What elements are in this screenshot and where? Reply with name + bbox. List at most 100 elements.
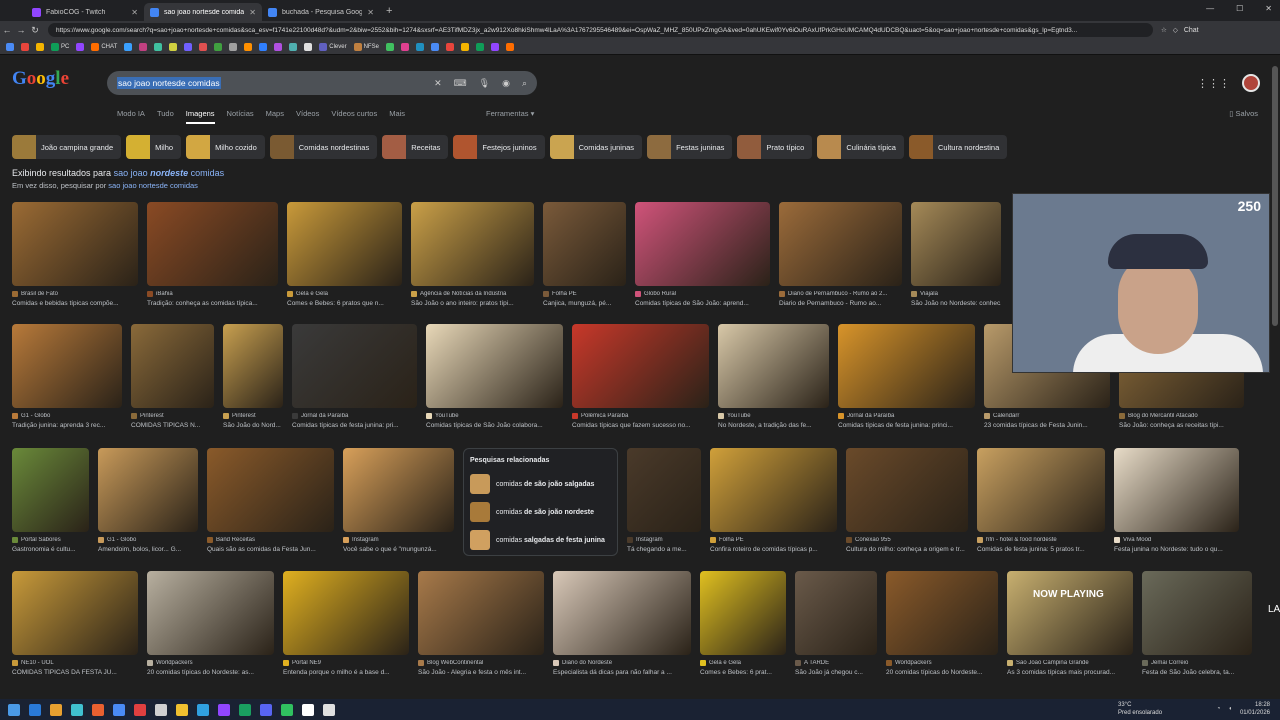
result-source[interactable]: Portal NE9 bbox=[283, 660, 409, 666]
bookmark-item[interactable] bbox=[400, 42, 409, 51]
microphone-icon[interactable]: 🎙 bbox=[479, 78, 490, 89]
taskbar-app-icon[interactable] bbox=[197, 703, 209, 716]
result-caption[interactable]: Tá chegando a me... bbox=[627, 546, 701, 553]
bookmark-item[interactable] bbox=[124, 42, 133, 51]
image-result[interactable]: São João Campina Grande As 3 comidas típ… bbox=[1007, 571, 1133, 676]
result-caption[interactable]: São João: conheça as receitas típi... bbox=[1119, 422, 1244, 429]
image-result[interactable]: Worldpackers 20 comidas típicas do Norde… bbox=[886, 571, 998, 676]
taskbar-app-icon[interactable] bbox=[29, 703, 41, 716]
result-source[interactable]: Pinterest bbox=[223, 413, 283, 419]
image-result[interactable]: Globo Rural Comidas típicas de São João:… bbox=[635, 202, 770, 307]
refinement-chip[interactable]: João campina grande bbox=[12, 135, 122, 159]
bookmark-item[interactable] bbox=[415, 42, 424, 51]
image-result[interactable]: Pinterest COMIDAS TÍPICAS N... bbox=[131, 324, 214, 429]
result-caption[interactable]: Tradição junina: aprenda 3 rec... bbox=[12, 422, 122, 429]
result-source[interactable]: Worldpackers bbox=[147, 660, 274, 666]
tab-mais[interactable]: Mais bbox=[389, 109, 405, 124]
start-icon[interactable] bbox=[8, 703, 20, 716]
result-thumbnail[interactable] bbox=[147, 571, 274, 655]
result-caption[interactable]: Comidas típicas de São João: aprend... bbox=[635, 300, 770, 307]
bookmark-item[interactable] bbox=[6, 42, 14, 51]
image-result[interactable]: NE10 - UOL COMIDAS TÍPICAS DA FESTA JU..… bbox=[12, 571, 138, 676]
result-source[interactable]: Blog WebContinental bbox=[418, 660, 544, 666]
result-caption[interactable]: Confira roteiro de comidas típicas p... bbox=[710, 546, 837, 553]
result-thumbnail[interactable] bbox=[343, 448, 454, 532]
bookmark-item[interactable] bbox=[244, 42, 253, 51]
result-source[interactable]: Instagram bbox=[627, 537, 701, 543]
image-result[interactable]: Agência de Notícias da Indústria São Joã… bbox=[411, 202, 534, 307]
bookmark-item[interactable]: PC bbox=[51, 42, 69, 51]
related-search-item[interactable]: comidas salgadas de festa junina bbox=[470, 526, 611, 554]
lens-icon[interactable]: ◉ bbox=[502, 78, 510, 89]
result-thumbnail[interactable] bbox=[572, 324, 709, 408]
original-query-link[interactable]: sao joao nortesde comidas bbox=[108, 181, 198, 190]
result-thumbnail[interactable] bbox=[627, 448, 701, 532]
result-source[interactable]: Diario de Pernambuco - Rumo ao 2... bbox=[779, 291, 902, 297]
refinement-chip[interactable]: Comidas juninas bbox=[549, 135, 643, 159]
image-result[interactable]: iBahia Tradição: conheça as comidas típi… bbox=[147, 202, 278, 307]
result-source[interactable]: Viva Mood bbox=[1114, 537, 1239, 543]
bookmark-item[interactable] bbox=[385, 42, 394, 51]
close-icon[interactable]: ✕ bbox=[1265, 4, 1272, 13]
keyboard-icon[interactable]: ⌨ bbox=[454, 78, 467, 89]
bookmark-item[interactable] bbox=[490, 42, 499, 51]
result-source[interactable]: iBahia bbox=[147, 291, 278, 297]
image-result[interactable]: Band Receitas Quais são as comidas da Fe… bbox=[207, 448, 334, 556]
tab-vídeos-curtos[interactable]: Vídeos curtos bbox=[331, 109, 377, 124]
result-thumbnail[interactable] bbox=[12, 448, 89, 532]
refinement-chip[interactable]: Culinária típica bbox=[817, 135, 904, 159]
result-thumbnail[interactable] bbox=[12, 324, 122, 408]
result-source[interactable]: Brasil de Fato bbox=[12, 291, 138, 297]
result-caption[interactable]: Diario de Pernambuco - Rumo ao... bbox=[779, 300, 902, 307]
result-source[interactable]: Folha PE bbox=[710, 537, 837, 543]
image-result[interactable]: Pinterest São João do Nord... bbox=[223, 324, 283, 429]
taskbar-app-icon[interactable] bbox=[260, 703, 272, 716]
image-result[interactable]: Polêmica Paraíba Comidas típicas que faz… bbox=[572, 324, 709, 429]
result-source[interactable]: Blog do Mercantil Atacado bbox=[1119, 413, 1244, 419]
bookmark-item[interactable] bbox=[505, 42, 514, 51]
bookmark-item[interactable] bbox=[259, 42, 268, 51]
related-search-item[interactable]: comidas de são joão salgadas bbox=[470, 470, 611, 498]
image-result[interactable]: G1 - Globo Tradição junina: aprenda 3 re… bbox=[12, 324, 122, 429]
result-caption[interactable]: Entenda porque o milho é a base d... bbox=[283, 669, 409, 676]
result-source[interactable]: NE10 - UOL bbox=[12, 660, 138, 666]
result-caption[interactable]: Comidas típicas de festa junina: princi.… bbox=[838, 422, 975, 429]
image-result[interactable]: Portal NE9 Entenda porque o milho é a ba… bbox=[283, 571, 409, 676]
result-caption[interactable]: 23 comidas típicas de Festa Junin... bbox=[984, 422, 1110, 429]
result-thumbnail[interactable] bbox=[710, 448, 837, 532]
image-result[interactable]: G1 - Globo Amendoim, bolos, licor... G..… bbox=[98, 448, 198, 556]
tools-button[interactable]: Ferramentas ▾ bbox=[486, 109, 534, 118]
refinement-chip[interactable]: Receitas bbox=[382, 135, 449, 159]
taskbar-app-icon[interactable] bbox=[155, 703, 167, 716]
result-source[interactable]: hfn - hotel & food nordeste bbox=[977, 537, 1105, 543]
back-icon[interactable]: ← bbox=[0, 25, 14, 35]
bookmark-item[interactable] bbox=[445, 42, 454, 51]
image-result[interactable]: Jemai Correio Festa de São João celebra,… bbox=[1142, 571, 1252, 676]
tab-vídeos[interactable]: Vídeos bbox=[296, 109, 319, 124]
tab-close-icon[interactable]: ✕ bbox=[367, 8, 374, 17]
bookmark-item[interactable] bbox=[169, 42, 178, 51]
bookmark-item[interactable] bbox=[229, 42, 238, 51]
saved-button[interactable]: ▯ Salvos bbox=[1229, 109, 1258, 118]
image-result[interactable]: hfn - hotel & food nordeste Comidas de f… bbox=[977, 448, 1105, 556]
apps-grid-icon[interactable]: ⋮⋮⋮ bbox=[1197, 77, 1230, 90]
result-source[interactable]: Pinterest bbox=[131, 413, 214, 419]
avatar[interactable] bbox=[1242, 74, 1260, 92]
result-thumbnail[interactable] bbox=[287, 202, 402, 286]
volume-icon[interactable]: ◖ bbox=[1228, 706, 1232, 712]
taskbar-app-icon[interactable] bbox=[218, 703, 230, 716]
bookmark-item[interactable] bbox=[36, 42, 44, 51]
maximize-icon[interactable]: ☐ bbox=[1236, 4, 1243, 13]
result-thumbnail[interactable] bbox=[131, 324, 214, 408]
result-thumbnail[interactable] bbox=[977, 448, 1105, 532]
tab-close-icon[interactable]: ✕ bbox=[131, 8, 138, 17]
result-caption[interactable]: Gastronomia é cultu... bbox=[12, 546, 89, 553]
result-thumbnail[interactable] bbox=[553, 571, 691, 655]
tab-modo-ia[interactable]: Modo IA bbox=[117, 109, 145, 124]
bookmark-item[interactable] bbox=[139, 42, 148, 51]
bookmark-item[interactable] bbox=[21, 42, 29, 51]
clear-icon[interactable]: ✕ bbox=[434, 78, 442, 89]
refinement-chip[interactable]: Cultura nordestina bbox=[908, 135, 1008, 159]
bookmark-item[interactable] bbox=[214, 42, 223, 51]
result-thumbnail[interactable] bbox=[207, 448, 334, 532]
